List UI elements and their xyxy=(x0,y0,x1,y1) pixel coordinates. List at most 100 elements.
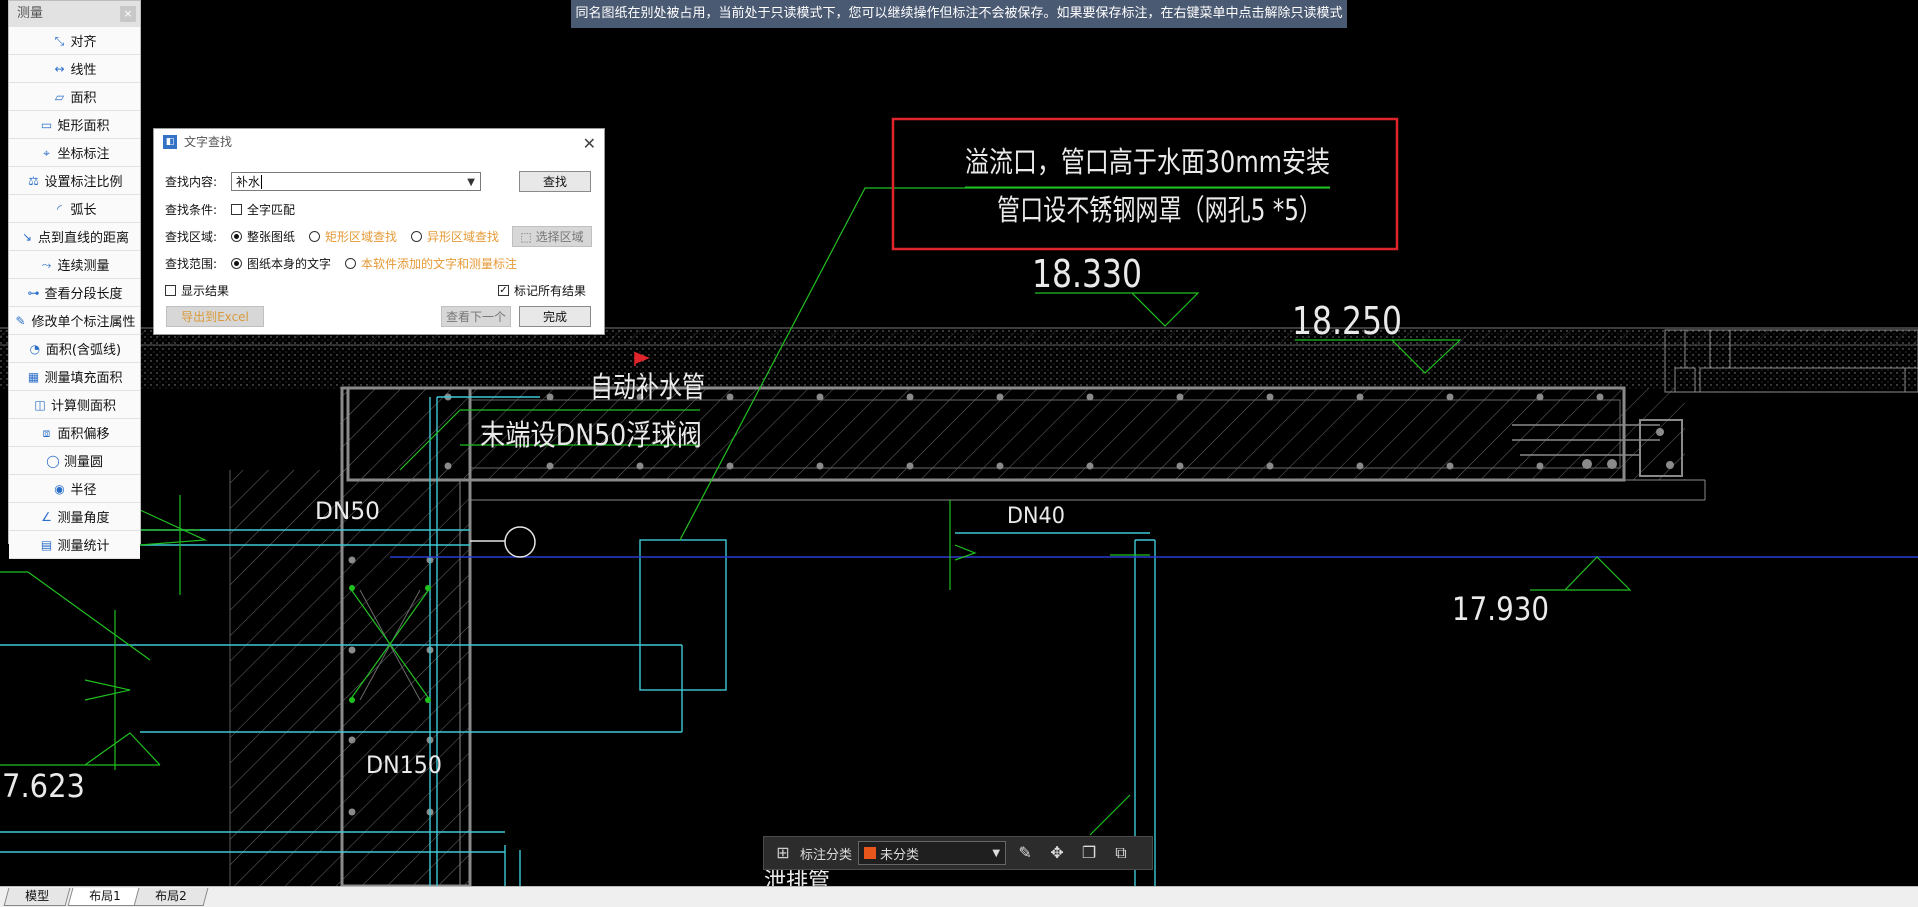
annotation-toolbar: ⊞ 标注分类 未分类 ▼ ✎ ✥ ❐ ⧉ xyxy=(763,836,1153,870)
category-color-swatch xyxy=(864,847,877,859)
arc-icon: ◜ xyxy=(57,201,62,216)
tab-layout1[interactable]: 布局1 xyxy=(67,888,143,906)
find-content-value: 补水 xyxy=(236,175,261,189)
measure-tool-label: 测量角度 xyxy=(57,511,110,526)
annotation-category-select[interactable]: 未分类 ▼ xyxy=(858,841,1007,865)
circle-icon: ◯ xyxy=(46,453,60,468)
area-option-label: 矩形区域查找 xyxy=(325,230,398,244)
measure-tool-item[interactable]: ⧈ 面积偏移 xyxy=(9,419,140,447)
range-option-added[interactable]: 本软件添加的文字和测量标注 xyxy=(345,255,517,272)
find-content-input[interactable]: 补水 ▼ xyxy=(231,172,481,191)
measure-panel-header: 测量 × xyxy=(9,1,140,27)
measure-tool-label: 面积偏移 xyxy=(57,427,110,442)
close-icon[interactable]: ✕ xyxy=(583,131,596,157)
grid-icon[interactable]: ⊞ xyxy=(772,842,794,864)
measure-panel-title: 测量 xyxy=(17,6,44,21)
radio-icon[interactable] xyxy=(231,231,242,242)
point-line-icon: ↘ xyxy=(21,229,33,244)
measure-tool-label: 测量填充面积 xyxy=(44,371,123,386)
arc-area-icon: ◔ xyxy=(29,341,41,356)
done-button[interactable]: 完成 xyxy=(519,306,591,327)
measure-tool-label: 坐标标注 xyxy=(57,147,110,162)
measure-tool-item[interactable]: ✎ 修改单个标注属性 xyxy=(9,307,140,335)
radio-icon[interactable] xyxy=(231,258,242,269)
elevation-17930: 17.930 xyxy=(1452,590,1549,628)
elevation-18250: 18.250 xyxy=(1292,299,1402,343)
dn40-label: DN40 xyxy=(1007,504,1065,529)
measure-tool-label: 点到直线的距离 xyxy=(37,231,129,246)
measure-tool-label: 计算侧面积 xyxy=(50,399,116,414)
measure-tool-item[interactable]: ⊶ 查看分段长度 xyxy=(9,279,140,307)
measure-tool-item[interactable]: ▤ 测量统计 xyxy=(9,531,140,559)
float-valve-text: 末端设DN50浮球阀 xyxy=(480,418,702,452)
export-excel-button[interactable]: 导出到Excel xyxy=(166,306,264,327)
measure-tool-item[interactable]: ∠ 测量角度 xyxy=(9,503,140,531)
radio-icon[interactable] xyxy=(411,231,423,242)
find-button[interactable]: 查找 xyxy=(519,171,591,192)
find-area-label: 查找区域: xyxy=(165,230,218,244)
radio-icon[interactable] xyxy=(345,258,357,269)
chevron-down-icon[interactable]: ▼ xyxy=(992,848,1000,859)
full-match-checkbox[interactable] xyxy=(231,204,242,215)
dn150-label: DN150 xyxy=(366,751,442,779)
find-content-row: 查找内容: 补水 ▼ xyxy=(165,172,481,191)
measure-tool-item[interactable]: ↔ 线性 xyxy=(9,55,140,83)
measure-tool-label: 修改单个标注属性 xyxy=(31,315,136,330)
rect-area-icon: ▭ xyxy=(40,117,53,132)
select-area-icon: ⬚ xyxy=(520,230,536,244)
dialog-title: 文字查找 xyxy=(184,135,233,149)
vertical-wall xyxy=(230,470,470,886)
measure-tool-item[interactable]: ◯ 测量圆 xyxy=(9,447,140,475)
measure-tool-item[interactable]: ◫ 计算侧面积 xyxy=(9,391,140,419)
tab-model[interactable]: 模型 xyxy=(3,888,71,906)
annotation-category-value: 未分类 xyxy=(880,847,920,863)
measure-tool-item[interactable]: ◔ 面积(含弧线) xyxy=(9,335,140,363)
text-find-dialog: ◧ 文字查找 ✕ 查找内容: 补水 ▼ 查找 查找条件: 全字匹配 查找区域: … xyxy=(153,128,605,335)
measure-tool-label: 线性 xyxy=(70,63,97,78)
tab-label: 模型 xyxy=(25,889,50,903)
measure-tool-label: 面积(含弧线) xyxy=(45,343,122,358)
move-icon[interactable]: ✥ xyxy=(1044,840,1070,866)
offset-area-icon: ⧈ xyxy=(42,425,51,440)
note-highlight-box[interactable] xyxy=(891,117,1399,251)
chevron-down-icon[interactable]: ▼ xyxy=(467,173,475,192)
elevation-18330: 18.330 xyxy=(1032,252,1142,296)
close-icon[interactable]: × xyxy=(120,6,136,22)
mark-all-label: 标记所有结果 xyxy=(514,284,587,298)
mark-all-checkbox[interactable]: ✓ xyxy=(498,285,509,296)
coordinate-icon: ⌖ xyxy=(43,145,50,160)
measure-tool-item[interactable]: ↘ 点到直线的距离 xyxy=(9,223,140,251)
area-option-label: 整张图纸 xyxy=(247,230,296,244)
stats-icon: ▤ xyxy=(40,537,53,552)
show-results-checkbox[interactable] xyxy=(165,285,176,296)
measure-tool-item[interactable]: ▱ 面积 xyxy=(9,83,140,111)
elevation-7623: 7.623 xyxy=(2,767,85,805)
area-icon: ▱ xyxy=(54,89,65,104)
area-option-whole[interactable]: 整张图纸 xyxy=(231,228,295,245)
area-option-rect[interactable]: 矩形区域查找 xyxy=(309,228,397,245)
find-area-row: 查找区域: 整张图纸 矩形区域查找 异形区域查找 xyxy=(165,228,513,245)
tab-label: 布局1 xyxy=(89,889,121,903)
measure-tool-item[interactable]: ◜ 弧长 xyxy=(9,195,140,223)
select-area-button[interactable]: ⬚ 选择区域 xyxy=(512,226,592,247)
select-area-label: 选择区域 xyxy=(535,230,584,244)
radio-icon[interactable] xyxy=(309,231,321,242)
range-option-label: 本软件添加的文字和测量标注 xyxy=(361,257,518,271)
edit-icon[interactable]: ✎ xyxy=(1012,840,1038,866)
note-text-line2: 管口设不锈钢网罩（网孔5 *5） xyxy=(997,193,1322,227)
find-range-row: 查找范围: 图纸本身的文字 本软件添加的文字和测量标注 xyxy=(165,255,531,272)
paste-icon[interactable]: ⧉ xyxy=(1108,840,1134,866)
area-option-irregular[interactable]: 异形区域查找 xyxy=(411,228,499,245)
next-result-button[interactable]: 查看下一个 xyxy=(441,306,511,327)
annotation-category-label: 标注分类 xyxy=(800,847,853,863)
copy-icon[interactable]: ❐ xyxy=(1076,840,1102,866)
measure-tool-item[interactable]: ⚖ 设置标注比例 xyxy=(9,167,140,195)
measure-tool-item[interactable]: ▭ 矩形面积 xyxy=(9,111,140,139)
tab-layout2[interactable]: 布局2 xyxy=(133,888,209,906)
measure-tool-item[interactable]: ▦ 测量填充面积 xyxy=(9,363,140,391)
range-option-drawing[interactable]: 图纸本身的文字 xyxy=(231,255,331,272)
measure-tool-item[interactable]: ⤳ 连续测量 xyxy=(9,251,140,279)
measure-tool-item[interactable]: ⤡ 对齐 xyxy=(9,27,140,55)
measure-tool-item[interactable]: ◉ 半径 xyxy=(9,475,140,503)
measure-tool-item[interactable]: ⌖ 坐标标注 xyxy=(9,139,140,167)
